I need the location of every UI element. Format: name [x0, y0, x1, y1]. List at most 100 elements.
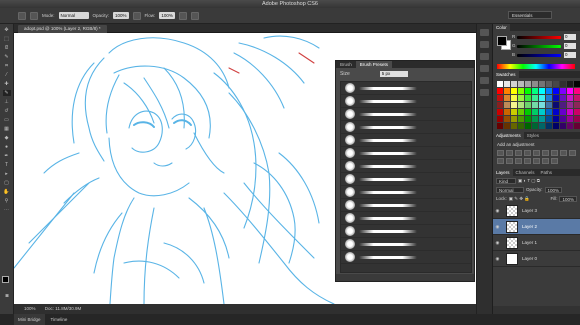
swatch[interactable]	[504, 95, 510, 101]
swatch[interactable]	[525, 81, 531, 87]
r-value[interactable]: 0	[564, 34, 576, 40]
brush-preset-item[interactable]	[341, 160, 471, 173]
swatch[interactable]	[504, 116, 510, 122]
swatch[interactable]	[525, 95, 531, 101]
eraser-tool-icon[interactable]: ▭	[3, 117, 11, 123]
swatch[interactable]	[525, 88, 531, 94]
swatch[interactable]	[553, 123, 559, 129]
dodge-tool-icon[interactable]: ●	[3, 144, 11, 150]
brush-preset-item[interactable]	[341, 95, 471, 108]
blur-tool-icon[interactable]: ◆	[3, 135, 11, 141]
layer-row[interactable]: ◉ Layer 2	[493, 219, 580, 235]
brush-preset-item[interactable]	[341, 186, 471, 199]
fill-field[interactable]: 100%	[559, 195, 577, 202]
info-icon[interactable]	[480, 53, 489, 60]
swatch[interactable]	[553, 81, 559, 87]
levels-icon[interactable]	[506, 150, 513, 156]
swatch[interactable]	[574, 88, 580, 94]
flow-field[interactable]: 100%	[159, 12, 175, 19]
swatch[interactable]	[532, 81, 538, 87]
tab-styles[interactable]: Styles	[524, 132, 542, 139]
swatch[interactable]	[511, 123, 517, 129]
color-spectrum[interactable]	[497, 64, 575, 69]
brush-preset-list[interactable]	[340, 81, 472, 273]
swatch[interactable]	[497, 109, 503, 115]
layer-filter-kind[interactable]: Kind	[496, 177, 516, 184]
tab-layers[interactable]: Layers	[493, 169, 513, 176]
swatch[interactable]	[518, 116, 524, 122]
pen-tool-icon[interactable]: ✒	[3, 153, 11, 159]
properties-icon[interactable]	[480, 41, 489, 48]
swatch[interactable]	[504, 109, 510, 115]
marquee-tool-icon[interactable]: ⬚	[3, 36, 11, 42]
visibility-eye-icon[interactable]: ◉	[493, 224, 502, 230]
swatch[interactable]	[511, 81, 517, 87]
shape-tool-icon[interactable]: ▢	[3, 180, 11, 186]
layer-row[interactable]: ◉ Layer 3	[493, 203, 580, 219]
paragraph-icon[interactable]	[480, 77, 489, 84]
g-slider[interactable]	[517, 45, 561, 48]
swatch[interactable]	[518, 81, 524, 87]
swatch[interactable]	[511, 102, 517, 108]
swatch[interactable]	[574, 116, 580, 122]
swatch[interactable]	[567, 95, 573, 101]
foreground-color-chip[interactable]	[497, 36, 507, 46]
swatch[interactable]	[504, 102, 510, 108]
layer-row[interactable]: ◉ Layer 1	[493, 235, 580, 251]
tab-brush[interactable]: Brush	[336, 61, 356, 68]
brush-preset-item[interactable]	[341, 134, 471, 147]
zoom-level[interactable]: 100%	[24, 306, 36, 311]
swatch[interactable]	[539, 116, 545, 122]
actions-icon[interactable]	[480, 89, 489, 96]
tab-brush-presets[interactable]: Brush Presets	[355, 61, 393, 68]
swatch[interactable]	[560, 102, 566, 108]
swatch[interactable]	[511, 95, 517, 101]
opacity-field[interactable]: 100%	[113, 12, 129, 19]
swatch[interactable]	[546, 102, 552, 108]
vibrance-icon[interactable]	[533, 150, 540, 156]
b-slider[interactable]	[517, 54, 561, 57]
invert-icon[interactable]	[515, 158, 522, 164]
swatch[interactable]	[574, 102, 580, 108]
swatch[interactable]	[504, 81, 510, 87]
swatch[interactable]	[532, 123, 538, 129]
swatch[interactable]	[574, 123, 580, 129]
swatch[interactable]	[518, 109, 524, 115]
quick-mask-icon[interactable]: ◙	[3, 293, 11, 299]
lasso-tool-icon[interactable]: ᘓ	[3, 45, 11, 51]
swatch[interactable]	[511, 109, 517, 115]
swatches-grid[interactable]	[493, 78, 580, 132]
swatch[interactable]	[567, 88, 573, 94]
color-lookup-icon[interactable]	[506, 158, 513, 164]
extra-tools-icon[interactable]: ⋯	[3, 207, 11, 213]
mode-select[interactable]: Normal	[58, 12, 89, 19]
exposure-icon[interactable]	[524, 150, 531, 156]
lock-icons[interactable]: ▣ ✎ ✥ 🔒	[509, 196, 530, 202]
tab-channels[interactable]: Channels	[513, 169, 538, 176]
swatch[interactable]	[532, 116, 538, 122]
swatch[interactable]	[560, 123, 566, 129]
hue-saturation-icon[interactable]	[542, 150, 549, 156]
brush-preset-item[interactable]	[341, 225, 471, 238]
threshold-icon[interactable]	[533, 158, 540, 164]
tab-color[interactable]: Color	[493, 24, 510, 31]
brush-preset-item[interactable]	[341, 212, 471, 225]
brush-preset-item[interactable]	[341, 121, 471, 134]
color-balance-icon[interactable]	[551, 150, 558, 156]
r-slider[interactable]	[517, 36, 561, 39]
swatch[interactable]	[546, 123, 552, 129]
swatch[interactable]	[518, 123, 524, 129]
channel-mixer-icon[interactable]	[497, 158, 504, 164]
swatch[interactable]	[553, 102, 559, 108]
selective-color-icon[interactable]	[551, 158, 558, 164]
visibility-eye-icon[interactable]: ◉	[493, 208, 502, 214]
blend-mode-select[interactable]: Normal	[496, 186, 524, 193]
swatch[interactable]	[539, 109, 545, 115]
swatch[interactable]	[532, 88, 538, 94]
swatch[interactable]	[497, 95, 503, 101]
clone-stamp-tool-icon[interactable]: ⊥	[3, 99, 11, 105]
swatch[interactable]	[511, 88, 517, 94]
swatch[interactable]	[560, 95, 566, 101]
hand-tool-icon[interactable]: ✋	[3, 189, 11, 195]
tab-swatches[interactable]: Swatches	[493, 71, 519, 78]
